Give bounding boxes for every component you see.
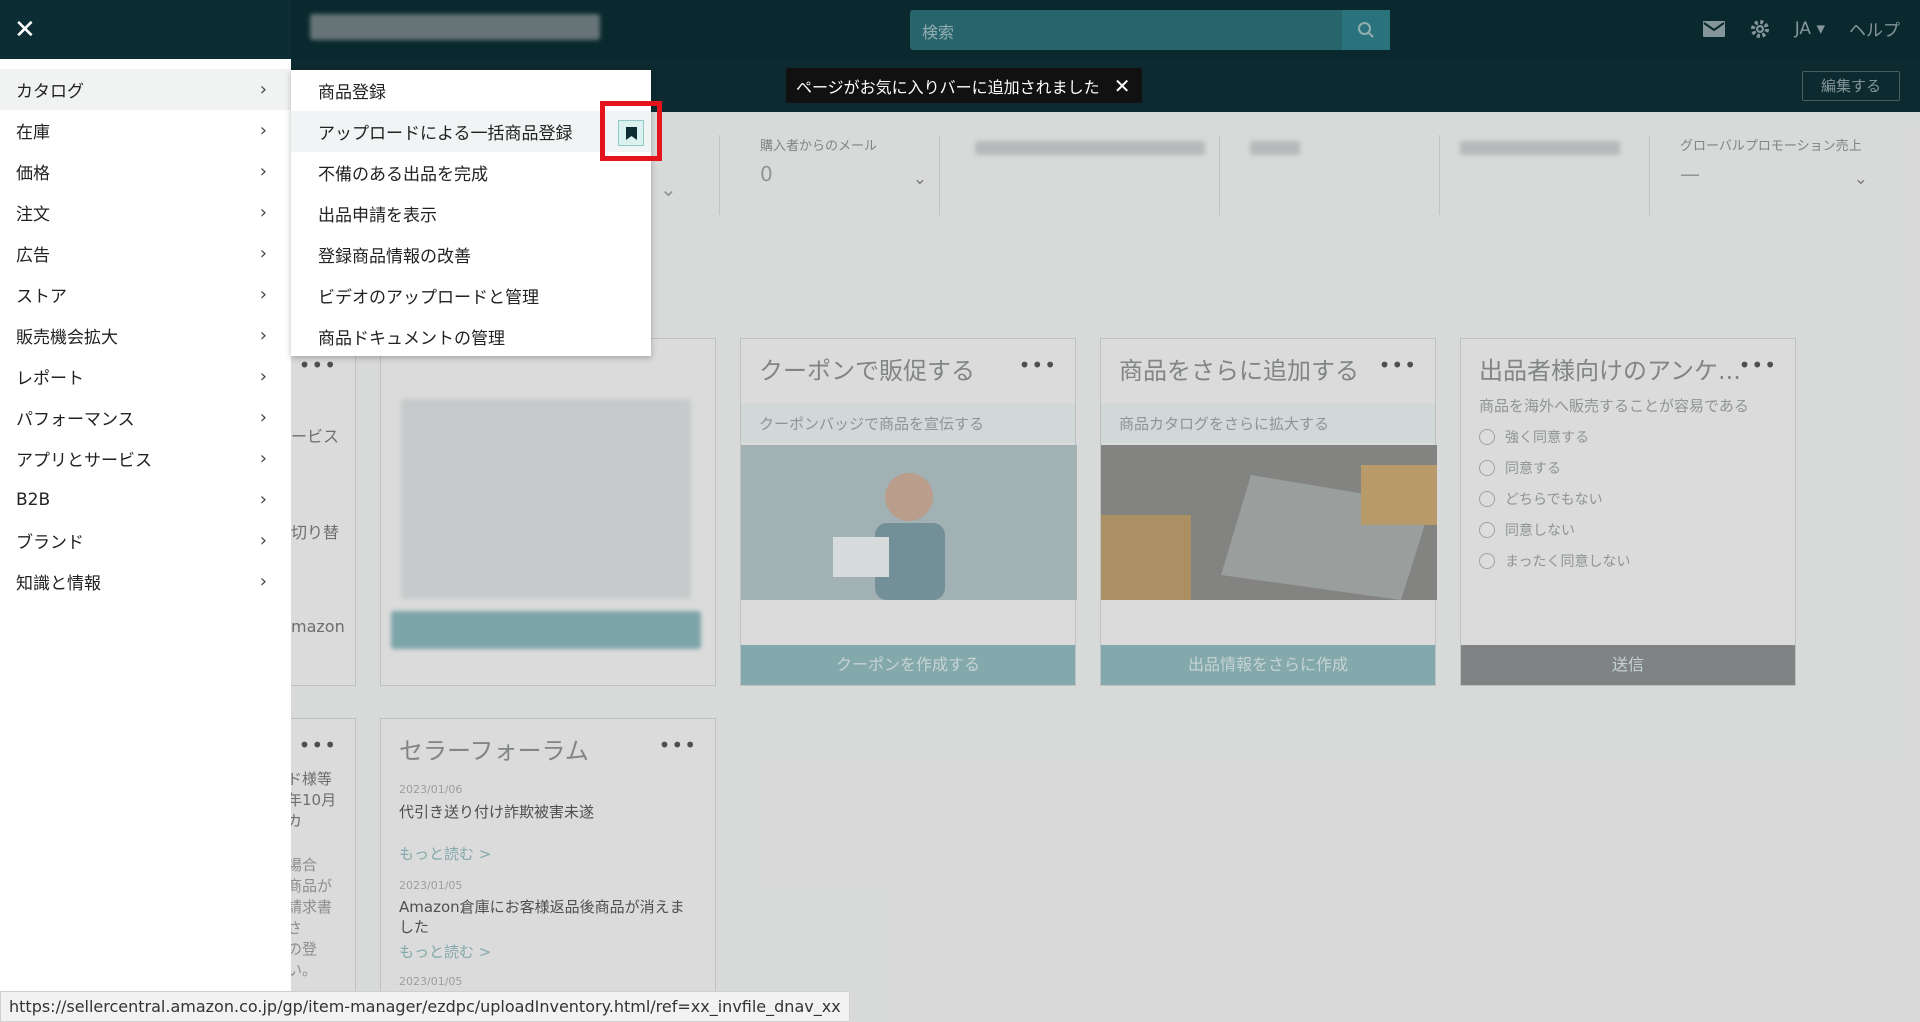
chevron-right-icon: ›: [259, 366, 267, 387]
nav-item-label: 価格: [16, 164, 50, 184]
submenu-item-video-upload[interactable]: ビデオのアップロードと管理: [291, 275, 651, 316]
close-icon[interactable]: ✕: [1114, 74, 1131, 98]
submenu-item-label: ビデオのアップロードと管理: [318, 288, 539, 308]
chevron-right-icon: ›: [259, 243, 267, 264]
nav-item-inventory[interactable]: 在庫 ›: [0, 110, 291, 151]
nav-item-pricing[interactable]: 価格 ›: [0, 151, 291, 192]
nav-item-growth[interactable]: 販売機会拡大 ›: [0, 315, 291, 356]
submenu-item-label: 商品ドキュメントの管理: [318, 329, 505, 349]
nav-item-label: 知識と情報: [16, 574, 101, 594]
nav-item-label: 販売機会拡大: [16, 328, 118, 348]
nav-item-learn[interactable]: 知識と情報 ›: [0, 561, 291, 602]
submenu-item-label: 商品登録: [318, 83, 386, 103]
chevron-right-icon: ›: [259, 530, 267, 551]
nav-item-label: 注文: [16, 205, 50, 225]
close-icon[interactable]: ✕: [14, 17, 36, 43]
submenu-item-label: 登録商品情報の改善: [318, 247, 471, 267]
nav-item-stores[interactable]: ストア ›: [0, 274, 291, 315]
navigation-drawer: ✕ カタログ › 在庫 › 価格 › 注文 › 広告 › ストア › 販売機会拡大 › レポー…: [0, 0, 291, 1022]
nav-item-label: レポート: [16, 369, 84, 389]
chevron-right-icon: ›: [259, 284, 267, 305]
nav-item-orders[interactable]: 注文 ›: [0, 192, 291, 233]
catalog-submenu: 商品登録 アップロードによる一括商品登録 不備のある出品を完成 出品申請を表示 …: [291, 70, 651, 356]
nav-item-label: B2B: [16, 489, 51, 510]
submenu-item-add-products[interactable]: 商品登録: [291, 70, 651, 111]
nav-item-label: パフォーマンス: [16, 410, 135, 430]
chevron-right-icon: ›: [259, 489, 267, 510]
chevron-right-icon: ›: [259, 448, 267, 469]
nav-item-label: 在庫: [16, 123, 50, 143]
nav-item-catalog[interactable]: カタログ ›: [0, 69, 291, 110]
nav-item-advertising[interactable]: 広告 ›: [0, 233, 291, 274]
nav-item-b2b[interactable]: B2B ›: [0, 479, 291, 520]
chevron-right-icon: ›: [259, 325, 267, 346]
nav-menu: カタログ › 在庫 › 価格 › 注文 › 広告 › ストア › 販売機会拡大 › レポート ›…: [0, 69, 291, 602]
submenu-item-label: 不備のある出品を完成: [318, 165, 488, 185]
nav-item-label: ストア: [16, 287, 67, 307]
toast-notification: ページがお気に入りバーに追加されました ✕: [786, 68, 1143, 103]
chevron-right-icon: ›: [259, 79, 267, 100]
nav-item-label: カタログ: [16, 82, 84, 102]
nav-item-label: ブランド: [16, 533, 84, 553]
nav-item-label: アプリとサービス: [16, 451, 152, 471]
chevron-right-icon: ›: [259, 407, 267, 428]
nav-item-performance[interactable]: パフォーマンス ›: [0, 397, 291, 438]
submenu-item-product-documents[interactable]: 商品ドキュメントの管理: [291, 316, 651, 357]
submenu-item-improve-listings[interactable]: 登録商品情報の改善: [291, 234, 651, 275]
chevron-right-icon: ›: [259, 161, 267, 182]
submenu-item-bulk-upload[interactable]: アップロードによる一括商品登録: [291, 111, 651, 152]
status-url-bar: https://sellercentral.amazon.co.jp/gp/it…: [0, 991, 850, 1022]
nav-item-apps-services[interactable]: アプリとサービス ›: [0, 438, 291, 479]
nav-item-reports[interactable]: レポート ›: [0, 356, 291, 397]
submenu-item-complete-drafts[interactable]: 不備のある出品を完成: [291, 152, 651, 193]
nav-item-label: 広告: [16, 246, 50, 266]
submenu-item-view-applications[interactable]: 出品申請を表示: [291, 193, 651, 234]
chevron-right-icon: ›: [259, 202, 267, 223]
drawer-header: ✕: [0, 0, 291, 59]
submenu-item-label: アップロードによる一括商品登録: [318, 124, 573, 144]
toast-message: ページがお気に入りバーに追加されました: [796, 77, 1100, 97]
chevron-right-icon: ›: [259, 120, 267, 141]
nav-item-brands[interactable]: ブランド ›: [0, 520, 291, 561]
highlight-box: [600, 101, 662, 161]
chevron-right-icon: ›: [259, 571, 267, 592]
submenu-item-label: 出品申請を表示: [318, 206, 437, 226]
